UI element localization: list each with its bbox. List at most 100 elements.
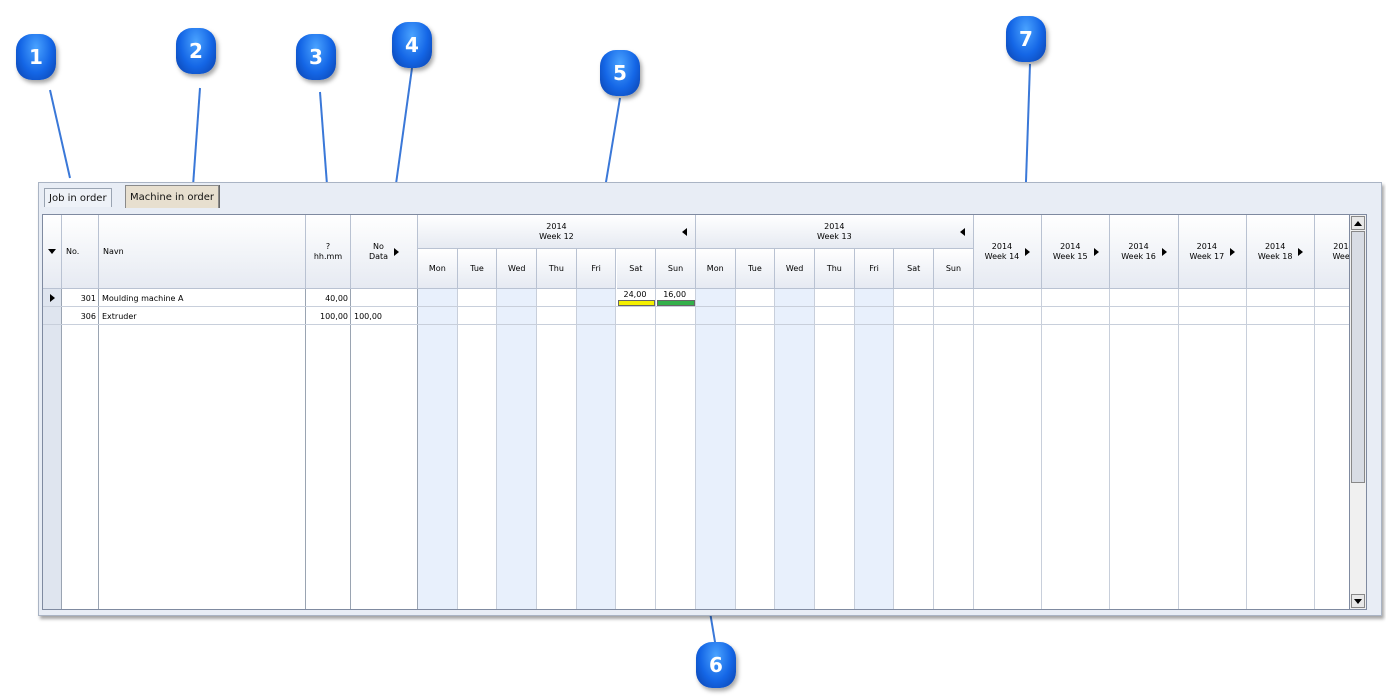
- arrow-up-icon: [1354, 220, 1362, 226]
- week-year: 2014: [1264, 241, 1286, 251]
- row-indicator[interactable]: [43, 307, 62, 325]
- column-header-name[interactable]: Navn: [99, 215, 306, 289]
- week-column: [1179, 289, 1247, 609]
- cell-no: 306: [80, 311, 96, 321]
- table-row[interactable]: 301 Moulding machine A 40,00 24,00 16,00: [43, 289, 1350, 307]
- day-header-mon[interactable]: Mon: [418, 249, 458, 289]
- tab-job-in-order[interactable]: Job in order: [44, 188, 112, 207]
- collapsed-week-header-1[interactable]: 2014 Week 14: [973, 215, 1043, 289]
- week-name: Week 17: [1189, 251, 1225, 261]
- day-header-wed[interactable]: Wed: [497, 249, 538, 289]
- day-column: [537, 289, 577, 609]
- expand-right-icon[interactable]: [1025, 247, 1031, 256]
- day-header-sat[interactable]: Sat: [616, 249, 657, 289]
- day-header-fri[interactable]: Fri: [576, 249, 617, 289]
- nodata-header-line2: Data: [368, 251, 389, 261]
- callout-7: 7: [1006, 16, 1046, 62]
- week-header-label: 2014 Week 12: [539, 222, 574, 242]
- scroll-up-button[interactable]: [1351, 216, 1365, 230]
- tab-machine-in-order[interactable]: Machine in order: [125, 185, 219, 208]
- load-bar-label: 16,00: [663, 290, 687, 299]
- chevron-down-icon: [48, 249, 56, 254]
- callout-2: 2: [176, 28, 216, 74]
- week-year: 2014: [1196, 241, 1218, 251]
- fixed-column: [351, 289, 418, 609]
- scroll-thumb[interactable]: [1351, 231, 1365, 483]
- week-name: Week 18: [1257, 251, 1293, 261]
- day-column: [854, 289, 895, 609]
- callout-3: 3: [296, 34, 336, 80]
- collapsed-week-header-3[interactable]: 2014 Week 16: [1110, 215, 1179, 289]
- cell-no: 301: [80, 293, 96, 303]
- hours-header-question: ?: [325, 241, 331, 251]
- expand-right-icon[interactable]: [1230, 247, 1236, 256]
- expand-right-icon[interactable]: [1298, 247, 1304, 256]
- day-column: [695, 289, 736, 609]
- week-year: 2014: [1128, 241, 1149, 251]
- day-header-tue[interactable]: Tue: [735, 249, 776, 289]
- collapse-left-icon[interactable]: [681, 228, 687, 236]
- load-bar[interactable]: 16,00: [657, 290, 695, 306]
- day-header-fri[interactable]: Fri: [854, 249, 895, 289]
- day-header-thu[interactable]: Thu: [815, 249, 855, 289]
- day-header-wed[interactable]: Wed: [775, 249, 815, 289]
- week-name: Week 14: [984, 251, 1020, 261]
- fixed-column: [99, 289, 306, 609]
- collapsed-week-header-6[interactable]: 2014Week: [1315, 215, 1350, 289]
- column-header-no[interactable]: No.: [62, 215, 99, 289]
- week-name: Week 16: [1121, 251, 1156, 261]
- row-indicator[interactable]: [43, 289, 62, 307]
- machine-grid: No. Navn ? hh.mm No Data 2014 Week 12 Mon T…: [42, 214, 1351, 610]
- day-column: [775, 289, 815, 609]
- day-column: [735, 289, 776, 609]
- day-header-sun[interactable]: Sun: [934, 249, 974, 289]
- expand-right-icon[interactable]: [394, 247, 400, 256]
- day-column: [894, 289, 935, 609]
- tab-bar: Job in order Machine in order: [40, 184, 1375, 210]
- day-header-sun[interactable]: Sun: [656, 249, 696, 289]
- column-header-nodata[interactable]: No Data: [351, 215, 418, 289]
- expand-right-icon[interactable]: [1161, 247, 1167, 256]
- vertical-scrollbar[interactable]: [1349, 214, 1367, 610]
- week-header-label: 2014 Week 13: [817, 222, 852, 242]
- collapsed-week-header-5[interactable]: 2014 Week 18: [1247, 215, 1316, 289]
- day-column: [418, 289, 458, 609]
- arrow-down-icon: [1354, 598, 1362, 604]
- week-label: 2014 Week 17: [1190, 242, 1225, 262]
- cell-name: Extruder: [102, 311, 137, 321]
- day-header-sat[interactable]: Sat: [894, 249, 935, 289]
- week-header-2[interactable]: 2014 Week 13: [695, 215, 974, 249]
- week-year: 2014: [546, 221, 567, 231]
- cell-hours: 100,00: [320, 311, 348, 321]
- week-label: 2014 Week 15: [1053, 242, 1088, 262]
- week-column: [1315, 289, 1350, 609]
- row-indicator-header[interactable]: [43, 215, 62, 289]
- hours-header-unit: hh.mm: [313, 251, 343, 261]
- week-column: [1110, 289, 1179, 609]
- day-header-mon[interactable]: Mon: [695, 249, 736, 289]
- expand-right-icon[interactable]: [1093, 247, 1099, 256]
- week-label: 2014 Week 14: [985, 242, 1020, 262]
- collapsed-week-header-2[interactable]: 2014 Week 15: [1042, 215, 1111, 289]
- day-header-thu[interactable]: Thu: [537, 249, 577, 289]
- callout-6: 6: [696, 642, 736, 688]
- day-column: [616, 289, 657, 609]
- callout-4: 4: [392, 22, 432, 68]
- load-bar[interactable]: 24,00: [617, 290, 656, 306]
- day-header-tue[interactable]: Tue: [457, 249, 498, 289]
- day-column: [656, 289, 696, 609]
- week-label: 2014 Week 16: [1121, 242, 1156, 262]
- scroll-down-button[interactable]: [1351, 594, 1365, 608]
- load-bar-label: 24,00: [623, 290, 647, 299]
- cell-name: Moulding machine A: [102, 293, 184, 303]
- collapse-left-icon[interactable]: [959, 228, 965, 236]
- load-bar-fill: [617, 300, 656, 306]
- day-column: [934, 289, 974, 609]
- week-label: 2014 Week 18: [1258, 242, 1293, 262]
- collapsed-week-header-4[interactable]: 2014 Week 17: [1178, 215, 1247, 289]
- week-year: 2014: [991, 241, 1013, 251]
- column-header-hours[interactable]: ? hh.mm: [306, 215, 351, 289]
- week-header-1[interactable]: 2014 Week 12: [418, 215, 696, 249]
- nodata-header-line1: No: [373, 241, 384, 251]
- table-row[interactable]: 306 Extruder 100,00 100,00: [43, 307, 1350, 325]
